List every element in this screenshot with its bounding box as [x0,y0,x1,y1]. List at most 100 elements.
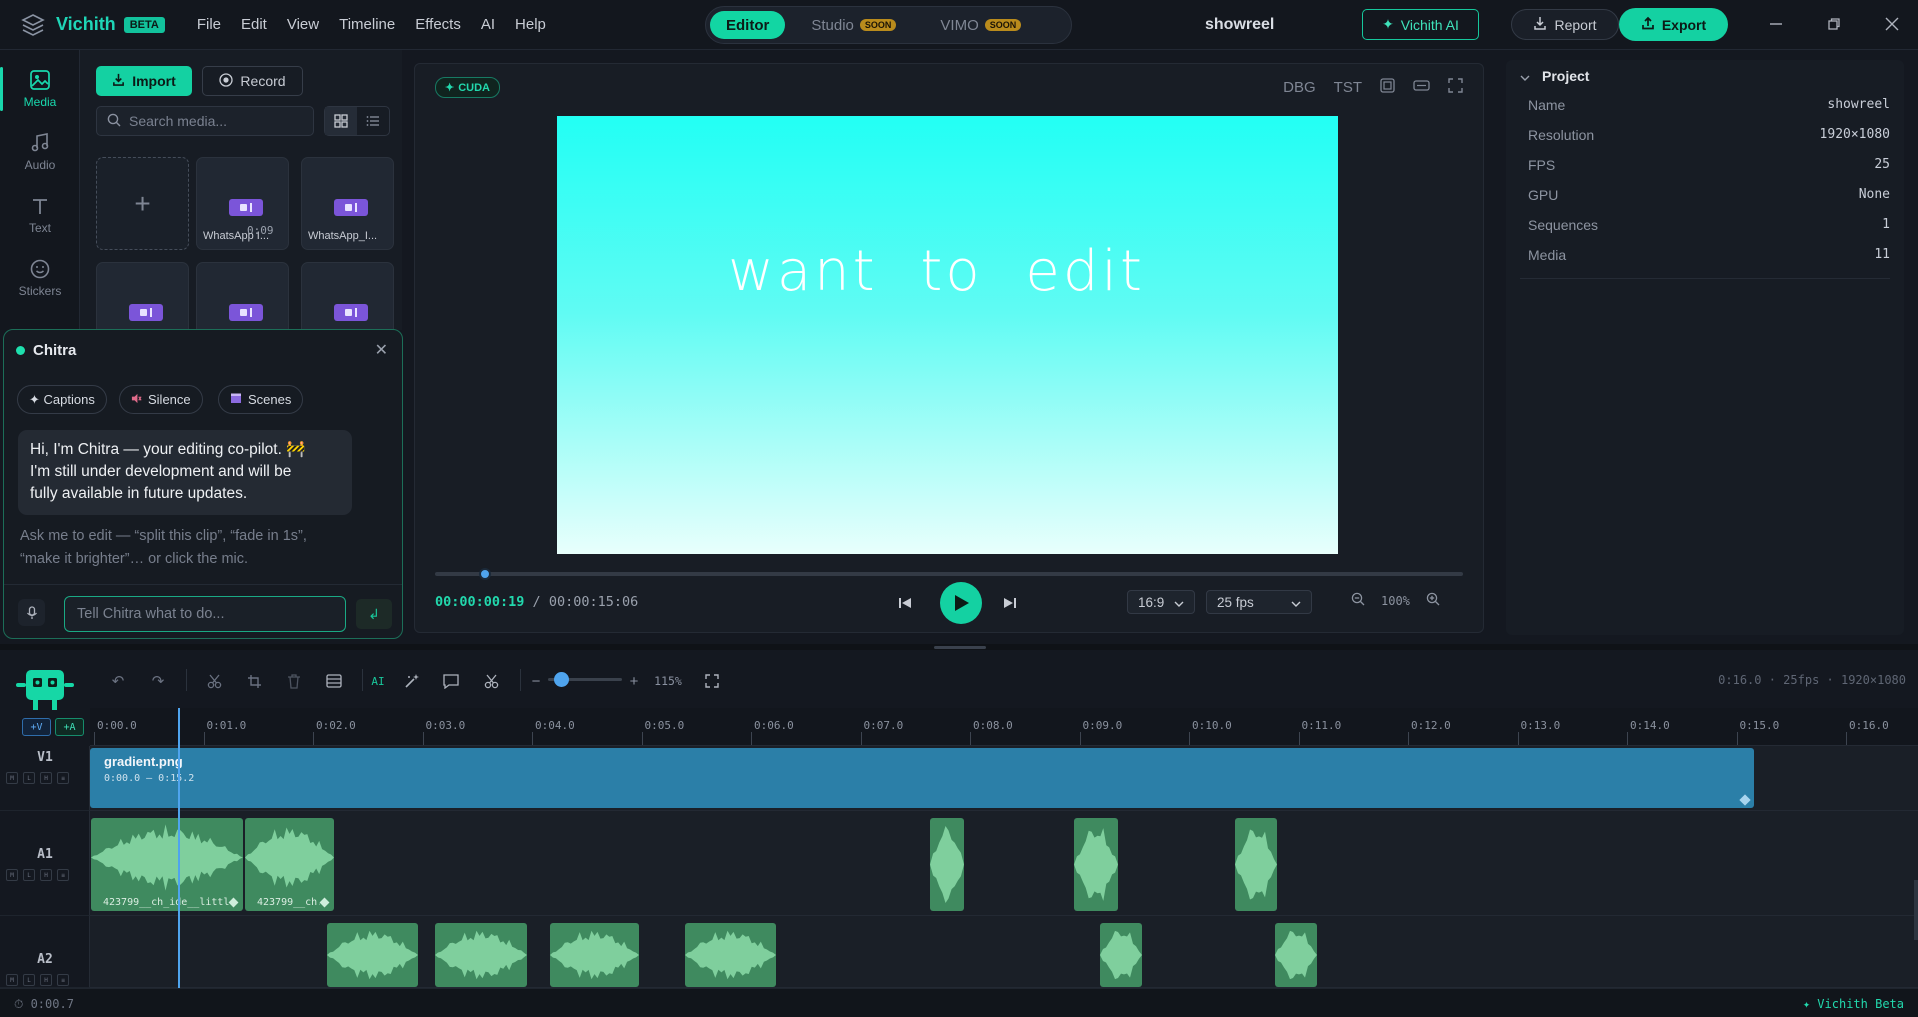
aspect-ratio-select[interactable]: 16:9 [1127,590,1195,614]
mute-track-button[interactable]: M [6,974,18,986]
rail-item-media[interactable]: Media [0,59,80,119]
rail-item-audio[interactable]: Audio [0,122,80,182]
close-icon[interactable]: ✕ [375,340,388,360]
media-tile[interactable]: WhatsApp_I... [301,157,394,250]
add-video-track-button[interactable]: +V [22,718,51,736]
send-icon[interactable]: ↲ [356,599,392,629]
menu-effects[interactable]: Effects [405,16,471,33]
fit-timeline-icon[interactable] [702,671,722,691]
menu-ai[interactable]: AI [471,16,505,33]
scissors-icon[interactable] [481,671,501,691]
mute-track-button[interactable]: M [6,869,18,881]
crop-icon[interactable] [244,671,264,691]
resize-grip-icon[interactable] [934,646,986,649]
report-button[interactable]: Report [1511,9,1619,40]
scrubber-thumb[interactable] [479,568,491,580]
timeline-scrollbar[interactable] [1914,880,1918,940]
skip-back-icon[interactable] [895,593,915,613]
record-button[interactable]: Record [202,66,303,96]
track-menu-button[interactable]: ≡ [57,772,69,784]
track-menu-button[interactable]: ≡ [57,974,69,986]
import-button[interactable]: Import [96,66,192,96]
mode-studio[interactable]: Studio SOON [795,11,912,39]
mode-vimo[interactable]: VIMO SOON [924,11,1037,39]
play-button[interactable] [940,582,982,624]
audio-clip[interactable] [1074,818,1118,911]
project-header[interactable]: Project [1520,68,1589,84]
grid-view-icon[interactable] [325,107,357,135]
menu-edit[interactable]: Edit [231,16,277,33]
audio-clip[interactable] [930,818,964,911]
chip-scenes[interactable]: Scenes [218,385,304,414]
preview-canvas[interactable]: want to edit [557,116,1338,554]
fullscreen-icon[interactable] [1448,78,1463,97]
zoom-out-icon[interactable] [1351,592,1365,609]
playhead[interactable] [178,708,180,988]
lock-track-button[interactable]: L [23,974,35,986]
microphone-icon[interactable] [18,599,45,626]
keyframe-diamond-icon[interactable] [319,897,330,908]
timeline-zoom-slider[interactable] [548,672,622,687]
timeline-ruler[interactable]: 0:00.0 0:01.0 0:02.0 0:03.0 0:04.0 0:05.0 0:06… [90,708,1918,746]
media-tile[interactable]: 0:09 WhatsApp I... [196,157,289,250]
comment-icon[interactable] [441,671,461,691]
audio-clip[interactable] [435,923,527,987]
hide-track-button[interactable]: H [40,772,52,784]
robot-mascot-icon[interactable] [14,666,76,717]
export-button[interactable]: Export [1619,8,1728,41]
menu-help[interactable]: Help [505,16,556,33]
keyframe-diamond-icon[interactable] [228,897,239,908]
delete-icon[interactable] [284,671,304,691]
audio-clip[interactable] [1275,923,1317,987]
skip-forward-icon[interactable] [1000,593,1020,613]
lock-track-button[interactable]: L [23,869,35,881]
hide-track-button[interactable]: H [40,869,52,881]
keyframe-diamond-icon[interactable] [1739,794,1751,806]
slider-thumb[interactable] [554,672,569,687]
rail-item-text[interactable]: Text [0,185,80,245]
zoom-in-icon[interactable] [1426,592,1440,609]
close-window-icon[interactable] [1880,12,1904,36]
menu-file[interactable]: File [187,16,231,33]
debug-toggle[interactable]: DBG [1283,79,1316,96]
audio-clip[interactable] [1100,923,1142,987]
rail-item-stickers[interactable]: Stickers [0,248,80,308]
list-view-icon[interactable] [357,107,389,135]
add-media-tile[interactable]: + [96,157,189,250]
restore-icon[interactable] [1822,12,1846,36]
magic-wand-icon[interactable] [402,671,422,691]
minimize-icon[interactable] [1764,12,1788,36]
audio-clip[interactable]: 423799__ch_ide__littl [91,818,243,911]
mute-track-button[interactable]: M [6,772,18,784]
fps-select[interactable]: 25 fps [1206,590,1312,614]
chip-silence[interactable]: Silence [119,385,203,414]
audio-clip[interactable] [327,923,418,987]
timeline-zoom-out-icon[interactable]: − [526,671,546,691]
ai-tools-toggle[interactable]: AI [368,671,388,691]
audio-clip[interactable] [1235,818,1277,911]
chip-captions[interactable]: ✦ Captions [17,385,107,414]
track-layout-icon[interactable] [324,671,344,691]
mode-editor[interactable]: Editor [710,11,786,39]
track-menu-button[interactable]: ≡ [57,869,69,881]
letterbox-icon[interactable] [1413,79,1430,96]
search-input[interactable] [129,113,299,129]
audio-clip[interactable] [550,923,639,987]
video-clip[interactable]: gradient.png 0:00.0 — 0:15.2 [90,748,1754,808]
lock-track-button[interactable]: L [23,772,35,784]
hide-track-button[interactable]: H [40,974,52,986]
test-toggle[interactable]: TST [1334,79,1362,96]
audio-clip[interactable]: 423799__ch... [245,818,334,911]
menu-timeline[interactable]: Timeline [329,16,405,33]
preview-scrubber[interactable] [435,568,1463,580]
undo-icon[interactable]: ↶ [108,671,128,691]
chitra-prompt-input[interactable] [64,596,346,632]
vichith-ai-button[interactable]: ✦ Vichith AI [1362,9,1479,40]
add-audio-track-button[interactable]: +A [55,718,84,736]
redo-icon[interactable]: ↷ [148,671,168,691]
safe-area-icon[interactable] [1380,78,1395,97]
menu-view[interactable]: View [277,16,329,33]
cut-icon[interactable] [204,671,224,691]
audio-clip[interactable] [685,923,776,987]
timeline-zoom-in-icon[interactable]: + [624,671,644,691]
